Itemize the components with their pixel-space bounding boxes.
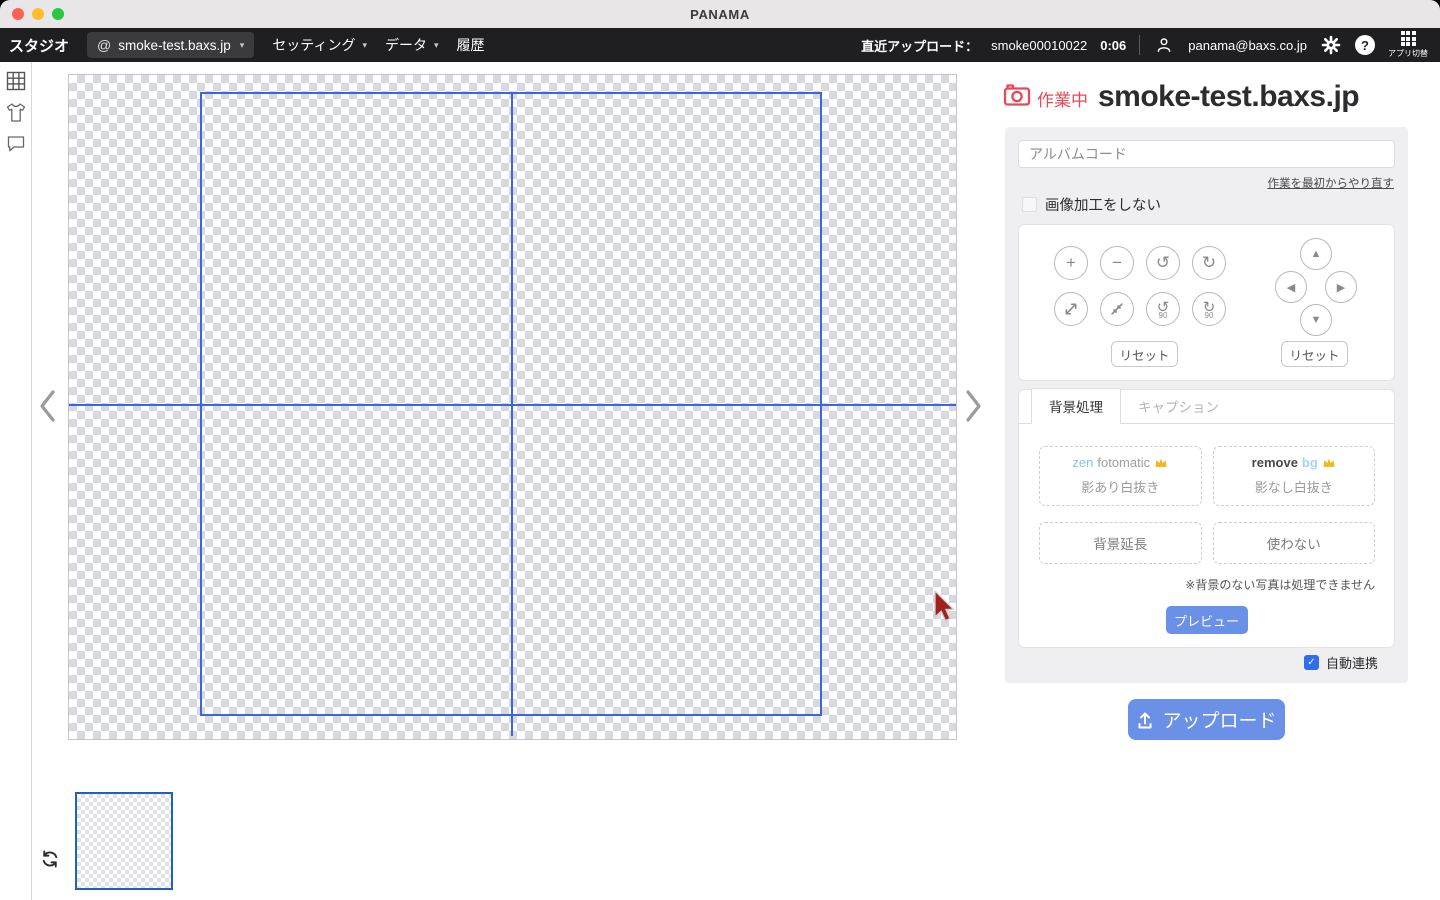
rotate-90-cw-button[interactable]: ↻ 90 [1192,292,1226,326]
page-title: smoke-test.baxs.jp [1098,80,1359,114]
vertical-guide-line [511,92,513,736]
rotate-90-label: 90 [1205,311,1214,320]
at-icon: @ [97,37,111,53]
help-icon[interactable]: ? [1355,35,1375,55]
app-grid-icon [1401,31,1416,46]
recent-upload-label: 直近アップロード： [861,36,978,55]
nudge-down-button[interactable]: ▼ [1300,304,1332,336]
fotomatic-brand-text: fotomatic [1097,455,1150,470]
nudge-left-button[interactable]: ◀ [1275,271,1307,303]
photo-canvas[interactable] [68,74,957,740]
divider [1139,35,1140,55]
zoom-window-button[interactable] [52,8,64,20]
minimize-window-button[interactable] [32,8,44,20]
mouse-cursor [933,590,957,624]
app-menubar: スタジオ @ smoke-test.baxs.jp ▾ セッティング ▾ データ… [0,28,1440,62]
removebg-caption: 影なし白抜き [1214,477,1375,496]
skip-processing-checkbox[interactable] [1022,197,1037,212]
tab-background[interactable]: 背景処理 [1031,388,1121,424]
remove-brand-text: remove [1252,455,1298,470]
shrink-button[interactable] [1100,292,1134,326]
working-status-label: 作業中 [1037,86,1088,111]
user-icon [1153,34,1175,56]
rotate-90-label: 90 [1159,311,1168,320]
upload-icon [1136,711,1154,729]
menu-settings-label: セッティング [272,35,355,55]
site-dropdown[interactable]: @ smoke-test.baxs.jp ▾ [87,32,254,58]
tab-caption[interactable]: キャプション [1121,389,1236,423]
rotate-90-ccw-button[interactable]: ↺ 90 [1146,292,1180,326]
removebg-button[interactable]: remove bg 影なし白抜き [1213,446,1376,506]
traffic-lights [12,8,64,20]
tshirt-icon[interactable] [5,101,27,123]
macos-titlebar: PANAMA [0,0,1440,28]
recent-upload-time: 0:06 [1100,38,1126,53]
no-background-button[interactable]: 使わない [1213,522,1376,564]
nudge-right-button[interactable]: ▶ [1325,271,1357,303]
restart-work-link[interactable]: 作業を最初からやり直す [1268,178,1395,190]
menu-data-label: データ [385,35,427,55]
tool-sidebar [0,62,32,900]
auto-link-checkbox[interactable]: ✓ [1304,655,1319,670]
rotate-cw-button[interactable]: ↻ [1192,246,1226,280]
app-window: PANAMA スタジオ @ smoke-test.baxs.jp ▾ セッティン… [0,0,1440,900]
window-title: PANAMA [690,7,750,22]
background-note: ※背景のない写真は処理できません [1019,564,1394,593]
recent-upload-id: smoke00010022 [991,38,1087,53]
next-photo-button[interactable] [962,388,984,424]
nudge-up-button[interactable]: ▲ [1300,238,1332,270]
chevron-down-icon: ▾ [434,40,439,51]
crown-icon [1154,457,1168,468]
upload-button-label: アップロード [1162,706,1276,733]
nudge-dpad: ▲ ◀ ▶ ▼ [1266,238,1366,336]
comment-bubble-icon[interactable] [5,132,27,154]
menu-settings[interactable]: セッティング ▾ [272,35,367,55]
site-dropdown-label: smoke-test.baxs.jp [118,38,231,53]
menu-data[interactable]: データ ▾ [385,35,439,55]
transform-card: + − ↺ ↻ ↺ 90 [1018,224,1395,381]
menu-history-label: 履歴 [457,35,485,55]
editor-header: 作業中 smoke-test.baxs.jp [1003,80,1359,114]
refresh-thumbnails-icon[interactable] [41,850,59,868]
zen-brand-text: zen [1072,455,1093,470]
bg-brand-text: bg [1302,455,1318,470]
zoom-out-button[interactable]: − [1100,246,1134,280]
zoom-in-button[interactable]: + [1054,246,1088,280]
tab-bar: 背景処理 キャプション [1019,390,1394,424]
skip-processing-label: 画像加工をしない [1045,194,1161,215]
account-email: panama@baxs.co.jp [1188,38,1307,53]
camera-icon [1003,82,1031,112]
close-window-button[interactable] [12,8,24,20]
background-card: 背景処理 キャプション zen fotomatic 影あり白抜き remove bg [1018,389,1395,648]
app-switcher-label: アプリ切替 [1388,48,1428,59]
app-switcher-button[interactable]: アプリ切替 [1388,31,1428,59]
grid-view-icon[interactable] [5,70,27,92]
zenfotomatic-button[interactable]: zen fotomatic 影あり白抜き [1039,446,1202,506]
menu-history[interactable]: 履歴 [457,35,485,55]
zenfotomatic-caption: 影あり白抜き [1040,477,1201,496]
position-reset-button[interactable]: リセット [1281,341,1348,367]
previous-photo-button[interactable] [37,388,59,424]
photo-thumbnail[interactable] [75,792,173,890]
upload-button[interactable]: アップロード [1128,699,1285,740]
crown-icon [1322,457,1336,468]
editor-panel: 作業を最初からやり直す 画像加工をしない + − ↺ ↻ [1005,127,1408,683]
chevron-down-icon: ▾ [240,40,245,51]
studio-label: スタジオ [9,35,69,56]
extend-background-button[interactable]: 背景延長 [1039,522,1202,564]
album-code-input[interactable] [1018,140,1395,168]
auto-link-label: 自動連携 [1326,653,1378,672]
rotate-ccw-button[interactable]: ↺ [1146,246,1180,280]
chevron-down-icon: ▾ [362,40,367,51]
transform-reset-button[interactable]: リセット [1111,341,1178,367]
preview-button[interactable]: プレビュー [1166,606,1248,634]
expand-button[interactable] [1054,292,1088,326]
gear-icon[interactable] [1320,34,1342,56]
